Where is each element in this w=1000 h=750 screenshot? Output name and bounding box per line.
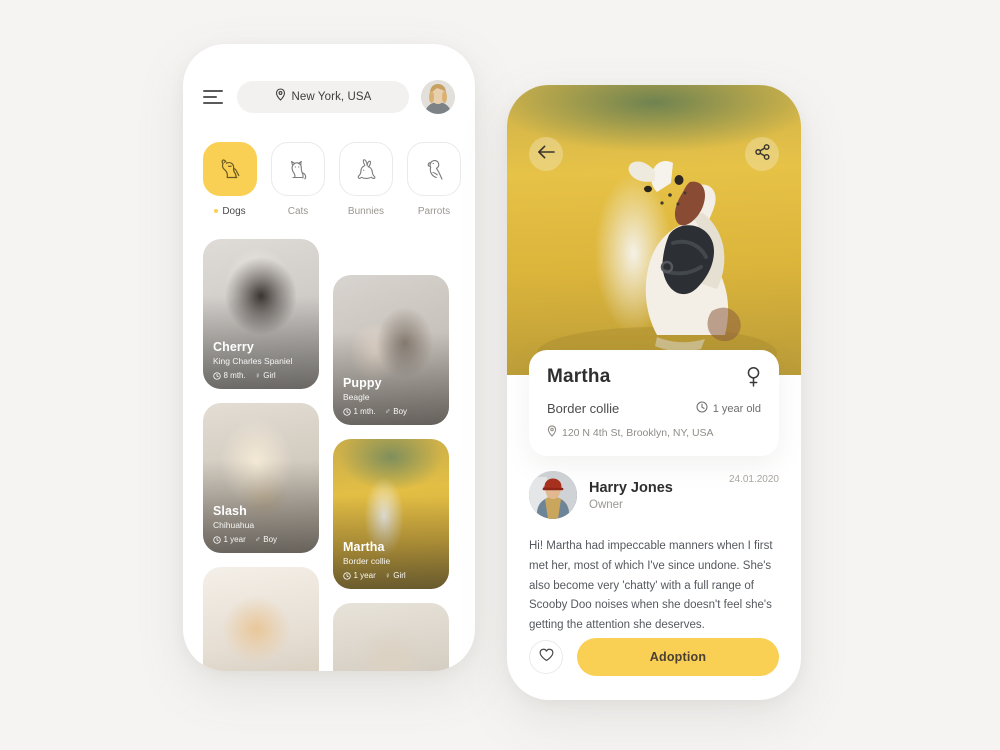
category-parrots[interactable]: Parrots	[407, 142, 461, 217]
pet-meta: 1 year ♀ Girl	[343, 571, 441, 580]
clock-icon	[213, 535, 221, 544]
gender-symbol: ♀	[384, 571, 391, 580]
category-label: Bunnies	[347, 206, 385, 217]
heart-outline-icon	[539, 648, 554, 667]
category-tile	[407, 142, 461, 196]
hero-photo	[507, 85, 801, 375]
pet-gender: ♂ Boy	[254, 535, 278, 544]
pet-age: 1 year	[343, 571, 376, 580]
owner-avatar[interactable]	[529, 471, 577, 519]
pet-grid: Cherry King Charles Spaniel 8 mth. ♀ Gir…	[183, 217, 475, 671]
gender-symbol: ♂	[384, 407, 391, 416]
location-selector[interactable]: New York, USA	[237, 81, 409, 113]
pet-name: Martha	[343, 540, 385, 554]
category-bunnies[interactable]: Bunnies	[339, 142, 393, 217]
pet-info: Martha Border collie 1 year ♀ Girl	[343, 540, 441, 580]
location-pin-icon	[547, 425, 557, 440]
owner-name: Harry Jones	[589, 479, 673, 496]
post-date: 24.01.2020	[728, 474, 779, 485]
clock-icon	[213, 371, 221, 380]
clock-icon	[343, 407, 351, 416]
owner-role: Owner	[589, 498, 623, 511]
pet-card-cherry[interactable]: Cherry King Charles Spaniel 8 mth. ♀ Gir…	[203, 239, 319, 389]
pet-grid-column-right: Puppy Beagle 1 mth. ♂ Boy Martha Border …	[333, 239, 449, 671]
pet-info: Slash Chihuahua 1 year ♂ Boy	[213, 504, 311, 544]
pet-breed: Border collie	[547, 401, 620, 416]
clock-icon	[343, 571, 351, 580]
pet-list-screen: New York, USA Dogs Cats Bunnies Parrots …	[183, 44, 475, 671]
pet-card-partial-2[interactable]	[333, 603, 449, 671]
pet-name: Cherry	[213, 340, 254, 354]
category-label: Parrots	[417, 206, 451, 217]
pet-info: Puppy Beagle 1 mth. ♂ Boy	[343, 376, 441, 416]
owner-row: Harry Jones Owner 24.01.2020	[529, 471, 779, 519]
category-label: Cats	[287, 206, 309, 217]
back-arrow-icon	[537, 145, 555, 164]
pet-age: 1 year	[213, 535, 246, 544]
pet-photo	[333, 603, 449, 671]
location-pin-icon	[275, 88, 286, 106]
share-button[interactable]	[745, 137, 779, 171]
pet-age: 8 mth.	[213, 371, 246, 380]
pet-breed: Beagle	[343, 392, 370, 402]
category-tile	[203, 142, 257, 196]
list-header: New York, USA	[183, 44, 475, 114]
pet-photo	[203, 567, 319, 671]
detail-card-subheader: Border collie 1 year old	[547, 401, 761, 416]
pet-age: 1 mth.	[343, 407, 376, 416]
pet-name: Martha	[547, 366, 611, 387]
pet-card-martha[interactable]: Martha Border collie 1 year ♀ Girl	[333, 439, 449, 589]
pet-gender: ♀ Girl	[254, 371, 276, 380]
pet-age: 1 year old	[696, 401, 761, 416]
hamburger-menu-icon[interactable]	[203, 88, 225, 106]
pet-age-label: 1 year old	[712, 402, 761, 415]
pet-name: Slash	[213, 504, 247, 518]
pet-meta: 1 mth. ♂ Boy	[343, 407, 441, 416]
share-icon	[754, 143, 770, 165]
pet-grid-column-left: Cherry King Charles Spaniel 8 mth. ♀ Gir…	[203, 239, 319, 671]
back-button[interactable]	[529, 137, 563, 171]
pet-address-label: 120 N 4th St, Brooklyn, NY, USA	[562, 426, 714, 439]
pet-gender: ♂ Boy	[384, 407, 408, 416]
pet-name: Puppy	[343, 376, 382, 390]
gender-symbol: ♂	[254, 535, 261, 544]
location-label: New York, USA	[291, 91, 372, 103]
female-gender-icon	[746, 366, 761, 392]
pet-description: Hi! Martha had impeccable manners when I…	[529, 540, 773, 632]
owner-meta: Harry Jones Owner	[589, 480, 717, 511]
favorite-button[interactable]	[529, 640, 563, 674]
action-bar: Adoption	[529, 638, 779, 676]
pet-gender: ♀ Girl	[384, 571, 406, 580]
clock-icon	[696, 401, 708, 416]
category-cats[interactable]: Cats	[271, 142, 325, 217]
pet-info: Cherry King Charles Spaniel 8 mth. ♀ Gir…	[213, 340, 311, 380]
category-strip[interactable]: Dogs Cats Bunnies Parrots	[183, 114, 475, 217]
category-tile	[271, 142, 325, 196]
pet-card-puppy[interactable]: Puppy Beagle 1 mth. ♂ Boy	[333, 275, 449, 425]
detail-card-header: Martha	[547, 366, 761, 392]
pet-meta: 8 mth. ♀ Girl	[213, 371, 311, 380]
pet-address: 120 N 4th St, Brooklyn, NY, USA	[547, 425, 761, 440]
category-dogs[interactable]: Dogs	[203, 142, 257, 217]
category-label: Dogs	[203, 206, 257, 217]
pet-card-slash[interactable]: Slash Chihuahua 1 year ♂ Boy	[203, 403, 319, 553]
pet-breed: King Charles Spaniel	[213, 356, 293, 366]
pet-breed: Chihuahua	[213, 520, 255, 530]
pet-detail-card: Martha Border collie 1 year old 120 N 4t…	[529, 350, 779, 456]
pet-card-partial-1[interactable]	[203, 567, 319, 671]
category-tile	[339, 142, 393, 196]
pet-breed: Border collie	[343, 556, 391, 566]
user-avatar[interactable]	[421, 80, 455, 114]
gender-symbol: ♀	[254, 371, 261, 380]
adoption-button[interactable]: Adoption	[577, 638, 779, 676]
pet-meta: 1 year ♂ Boy	[213, 535, 311, 544]
martha-dog-illustration	[537, 160, 777, 375]
pet-detail-screen: Martha Border collie 1 year old 120 N 4t…	[507, 85, 801, 700]
